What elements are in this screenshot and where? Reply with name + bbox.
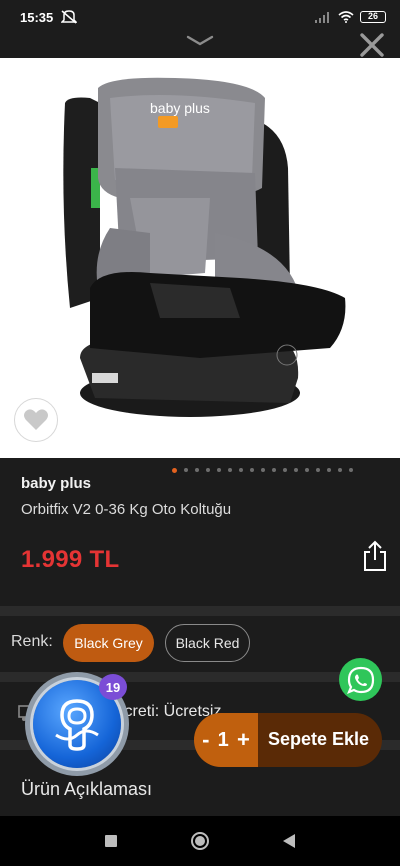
gallery-dot[interactable] bbox=[172, 468, 177, 473]
status-bar: 15:35 26 bbox=[0, 0, 400, 34]
back-icon[interactable] bbox=[282, 833, 296, 849]
gallery-dot[interactable] bbox=[195, 468, 199, 472]
battery-indicator: 26 bbox=[360, 11, 386, 23]
signal-icon bbox=[315, 12, 329, 23]
decrease-quantity-button[interactable]: - bbox=[202, 727, 209, 753]
quantity-value: 1 bbox=[217, 728, 229, 751]
modal-header bbox=[0, 31, 400, 59]
gallery-dot[interactable] bbox=[338, 468, 342, 472]
product-price: 1.999 TL bbox=[21, 546, 120, 573]
gallery-dot[interactable] bbox=[228, 468, 232, 472]
product-image[interactable]: baby plus bbox=[0, 58, 400, 458]
gallery-dot[interactable] bbox=[305, 468, 309, 472]
quantity-stepper: - 1 + bbox=[194, 713, 258, 767]
gallery-dot[interactable] bbox=[294, 468, 298, 472]
notification-badge: 19 bbox=[99, 674, 127, 700]
share-icon[interactable] bbox=[362, 540, 388, 572]
product-name: Orbitfix V2 0-36 Kg Oto Koltuğu bbox=[21, 501, 232, 518]
gallery-dot[interactable] bbox=[206, 468, 210, 472]
gallery-dot[interactable] bbox=[184, 468, 188, 472]
add-to-cart-button[interactable]: Sepete Ekle bbox=[268, 729, 369, 750]
variant-label: Renk: bbox=[11, 633, 53, 650]
add-to-cart-bar: - 1 + Sepete Ekle bbox=[194, 713, 382, 767]
mute-icon bbox=[61, 10, 78, 24]
image-branding-text: baby plus bbox=[150, 100, 210, 116]
product-brand[interactable]: baby plus bbox=[21, 475, 91, 492]
close-icon[interactable] bbox=[358, 31, 386, 59]
heart-icon bbox=[24, 409, 48, 430]
gallery-dot[interactable] bbox=[327, 468, 331, 472]
wifi-icon bbox=[338, 11, 354, 23]
favorite-button[interactable] bbox=[14, 398, 58, 442]
variant-selector: Renk: Black Grey Black Red bbox=[0, 620, 400, 670]
gallery-dot[interactable] bbox=[217, 468, 221, 472]
gallery-dot[interactable] bbox=[316, 468, 320, 472]
variant-option-black-red[interactable]: Black Red bbox=[165, 624, 250, 662]
gallery-dot[interactable] bbox=[349, 468, 353, 472]
home-icon[interactable] bbox=[190, 831, 210, 851]
gallery-pagination bbox=[172, 468, 353, 473]
car-seat-image: baby plus bbox=[63, 77, 346, 417]
gallery-dot[interactable] bbox=[261, 468, 265, 472]
support-logo-icon bbox=[55, 699, 99, 751]
section-divider bbox=[0, 606, 400, 616]
whatsapp-icon bbox=[346, 666, 374, 694]
whatsapp-button[interactable] bbox=[339, 658, 382, 701]
description-title[interactable]: Ürün Açıklaması bbox=[21, 779, 152, 800]
variant-option-black-grey[interactable]: Black Grey bbox=[63, 624, 154, 662]
gallery-dot[interactable] bbox=[272, 468, 276, 472]
status-time: 15:35 bbox=[20, 9, 54, 25]
increase-quantity-button[interactable]: + bbox=[237, 727, 250, 753]
system-nav-bar bbox=[0, 816, 400, 866]
chevron-down-icon[interactable] bbox=[186, 34, 214, 48]
gallery-dot[interactable] bbox=[283, 468, 287, 472]
gallery-dot[interactable] bbox=[239, 468, 243, 472]
recent-apps-icon[interactable] bbox=[105, 835, 117, 847]
gallery-dot[interactable] bbox=[250, 468, 254, 472]
